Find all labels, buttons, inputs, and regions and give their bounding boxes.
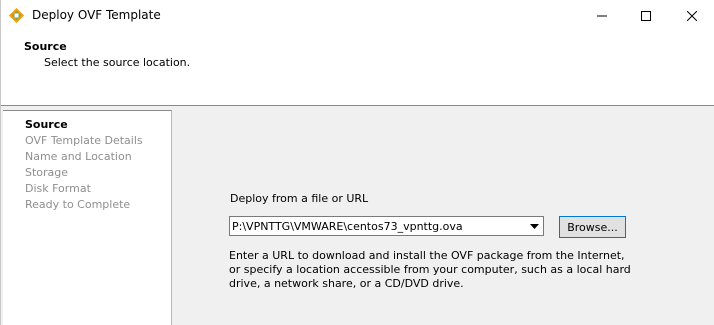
source-path-combobox[interactable]: P:\VPNTTG\VMWARE\centos73_vpnttg.ova [229,216,544,236]
close-button[interactable] [669,0,714,31]
wizard-header: Source Select the source location. [1,31,714,106]
window-title: Deploy OVF Template [32,8,161,22]
page-title: Source [24,40,67,53]
step-disk-format: Disk Format [25,182,91,195]
step-ovf-template-details: OVF Template Details [25,134,143,147]
maximize-icon [641,10,651,21]
source-path-value[interactable]: P:\VPNTTG\VMWARE\centos73_vpnttg.ova [232,220,463,233]
step-name-and-location: Name and Location [25,150,132,163]
source-help-text: Enter a URL to download and install the … [229,249,631,290]
browse-button[interactable]: Browse... [559,216,626,238]
wizard-body: Source OVF Template Details Name and Loc… [1,106,714,325]
minimize-button[interactable] [579,0,625,31]
step-storage: Storage [25,166,69,179]
step-ready-to-complete: Ready to Complete [25,198,131,211]
chevron-down-icon [529,220,539,233]
ovf-wizard-app-icon [9,8,24,23]
maximize-button[interactable] [623,0,669,31]
source-panel: Deploy from a file or URL P:\VPNTTG\VMWA… [172,106,714,325]
minimize-icon [597,11,607,21]
deploy-ovf-window: Deploy OVF Template Source Select the so… [0,0,714,325]
dropdown-arrow-button[interactable] [526,218,542,234]
wizard-steps-sidebar: Source OVF Template Details Name and Loc… [3,110,172,325]
page-subtitle: Select the source location. [44,56,191,69]
step-source[interactable]: Source [25,118,68,132]
deploy-source-label: Deploy from a file or URL [230,192,369,205]
close-icon [687,10,697,21]
title-bar[interactable]: Deploy OVF Template [1,0,714,31]
